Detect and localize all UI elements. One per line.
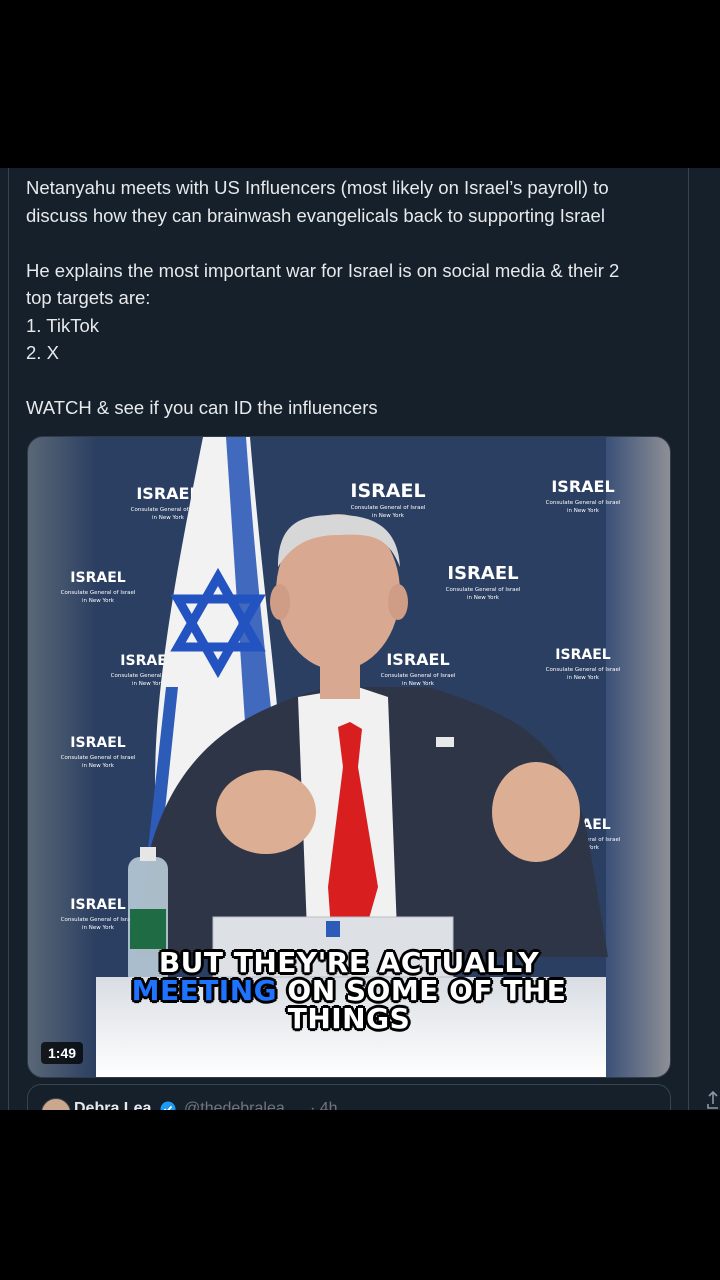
caption-line: BUT THEY'RE ACTUALLY <box>158 946 540 979</box>
backdrop-logo-subtitle: Consulate General of Israel <box>381 673 456 679</box>
backdrop-logo-subtitle: Consulate General of Israel <box>61 590 136 596</box>
quote-author-name[interactable]: Debra Lea <box>74 1100 151 1110</box>
backdrop-logo-subtitle: in New York <box>567 508 600 514</box>
bottom-letterbox <box>0 1110 720 1280</box>
quote-timestamp[interactable]: · 4h <box>310 1100 338 1110</box>
backdrop-logo-text: ISRAEL <box>350 480 425 502</box>
column-divider-left <box>8 168 9 1110</box>
backdrop-logo-text: ISRAEL <box>70 735 125 751</box>
backdrop-logo-subtitle: Consulate General of Israel <box>351 505 426 511</box>
tweet-line: WATCH & see if you can ID the influencer… <box>26 397 378 418</box>
quoted-tweet[interactable]: Debra Lea @thedebralea · 4h <box>27 1084 671 1110</box>
tweet-feed: Netanyahu meets with US Influencers (mos… <box>0 168 720 1110</box>
video-duration: 1:49 <box>41 1042 84 1064</box>
backdrop-logo-subtitle: in New York <box>132 681 165 687</box>
tweet-line: 1. TikTok <box>26 314 99 336</box>
backdrop-logo-subtitle: Consulate General of Israel <box>546 500 621 506</box>
tweet-line: Netanyahu meets with US Influencers (mos… <box>26 177 609 198</box>
backdrop-logo-subtitle: Consulate General of Israel <box>61 755 136 761</box>
backdrop-logo-text: ISRAEL <box>136 484 199 503</box>
top-letterbox <box>0 0 720 168</box>
backdrop-logo-text: ISRAEL <box>447 563 518 584</box>
tweet-line: He explains the most important war for I… <box>26 259 620 281</box>
tweet-line: 2. X <box>26 342 59 363</box>
backdrop-logo-text: ISRAEL <box>386 650 449 669</box>
backdrop-logo-text: ISRAEL <box>70 897 125 913</box>
avatar[interactable] <box>41 1098 71 1110</box>
tweet-line: discuss how they can brainwash evangelic… <box>26 204 605 226</box>
tweet-text: Netanyahu meets with US Influencers (mos… <box>26 174 682 422</box>
quote-author-handle[interactable]: @thedebralea <box>184 1100 285 1110</box>
caption-line: THINGS <box>287 1002 411 1035</box>
backdrop-logo-subtitle: Consulate General of Israel <box>446 587 521 593</box>
video-player[interactable]: ISRAEL Consulate General of Israel in New … <box>27 436 671 1078</box>
backdrop-logo-subtitle: in New York <box>82 925 115 931</box>
video-caption: BUT THEY'RE ACTUALLY MEETING ON SOME OF … <box>28 949 670 1033</box>
backdrop-logo-subtitle: Consulate General of Israel <box>61 917 136 923</box>
share-icon[interactable] <box>706 1090 720 1110</box>
backdrop-logo-subtitle: Consulate General of Israel <box>546 667 621 673</box>
backdrop-logo-subtitle: in New York <box>82 598 115 604</box>
backdrop-logo-subtitle: in New York <box>82 763 115 769</box>
backdrop-logo-subtitle: in New York <box>152 515 185 521</box>
column-divider-right <box>688 168 689 1110</box>
backdrop-logo-subtitle: in New York <box>567 675 600 681</box>
tweet-line: top targets are: <box>26 287 151 308</box>
backdrop-logo-subtitle: in New York <box>372 513 405 519</box>
backdrop-logo-subtitle: in New York <box>467 595 500 601</box>
verified-badge-icon <box>160 1101 176 1110</box>
backdrop-logo-subtitle: in New York <box>402 681 435 687</box>
backdrop-logo-text: ISRAEL <box>70 570 125 586</box>
backdrop-logo-text: ISRAEL <box>551 477 614 496</box>
caption-highlight: MEETING <box>131 974 278 1007</box>
backdrop-logo-text: ISRAEL <box>555 647 610 663</box>
caption-line: MEETING ON SOME OF THE <box>28 977 670 1005</box>
